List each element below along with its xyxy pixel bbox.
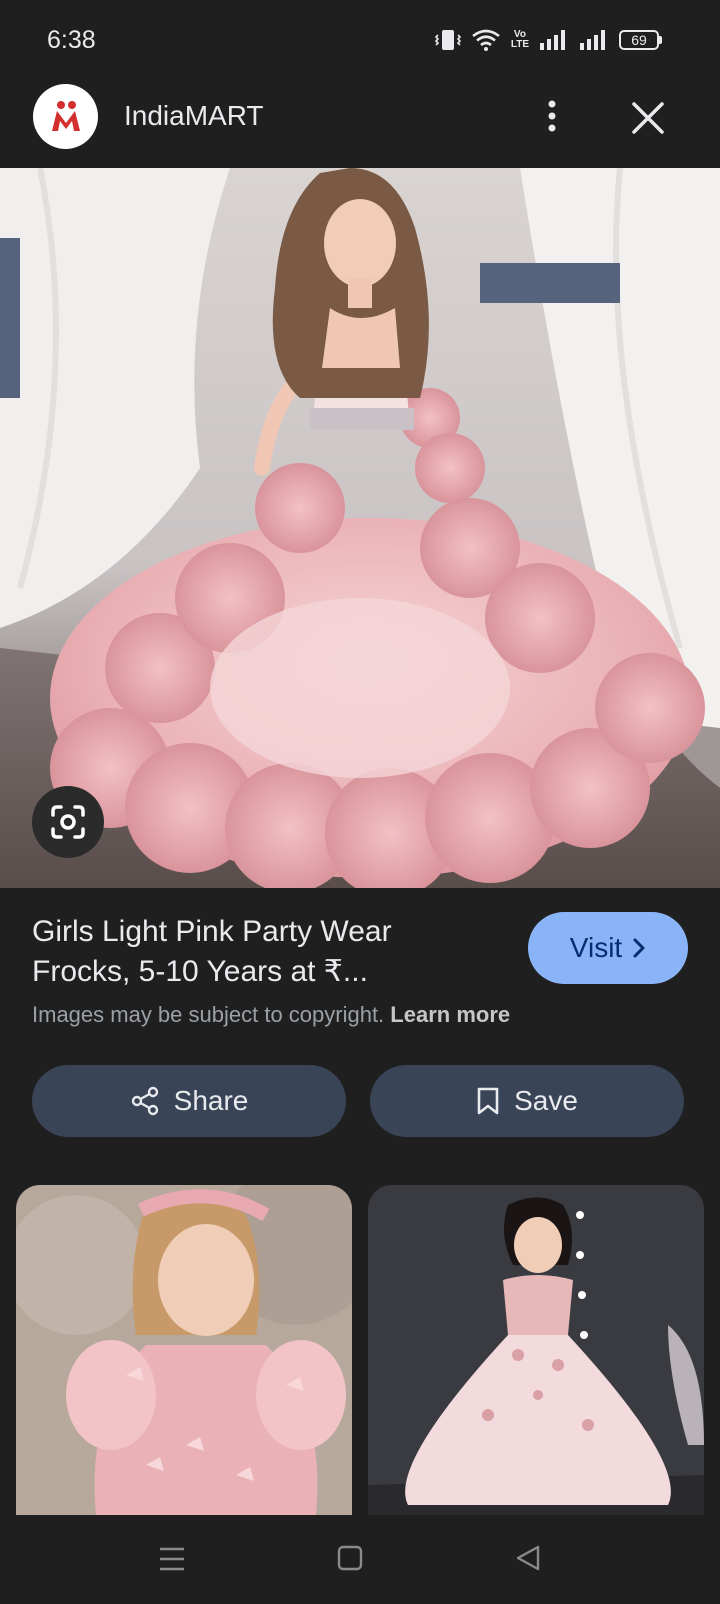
butterfly-frock-photo	[16, 1185, 352, 1515]
system-nav-bar	[0, 1516, 720, 1604]
signal-icon-1	[540, 30, 565, 50]
lens-icon	[51, 805, 85, 839]
bookmark-icon	[477, 1087, 499, 1115]
share-icon	[131, 1086, 158, 1116]
copyright-notice: Images may be subject to copyright. Lear…	[32, 1002, 510, 1028]
lens-button[interactable]	[32, 786, 104, 858]
wifi-icon	[472, 29, 500, 51]
site-name[interactable]: IndiaMART	[124, 100, 264, 132]
volte-icon: Vo LTE	[511, 30, 529, 50]
save-button[interactable]: Save	[370, 1065, 684, 1137]
home-icon[interactable]	[336, 1544, 364, 1572]
visit-button[interactable]: Visit	[528, 912, 688, 984]
save-label: Save	[514, 1085, 578, 1116]
more-vert-icon[interactable]	[540, 96, 564, 136]
related-image-2[interactable]	[368, 1185, 704, 1515]
learn-more-link[interactable]: Learn more	[390, 1002, 510, 1027]
share-label: Share	[173, 1085, 249, 1116]
battery-level: 69	[619, 30, 659, 50]
status-bar: 6:38 Vo LTE 69	[0, 0, 720, 80]
main-image[interactable]	[0, 168, 720, 888]
status-time: 6:38	[47, 25, 96, 54]
result-title: Girls Light Pink Party Wear Frocks, 5-10…	[32, 915, 392, 988]
share-button[interactable]: Share	[32, 1065, 346, 1137]
recents-icon[interactable]	[158, 1546, 186, 1572]
vibrate-icon	[434, 30, 461, 50]
battery-icon: 69	[619, 30, 662, 50]
back-icon[interactable]	[514, 1544, 542, 1572]
tulle-gown-photo	[368, 1185, 704, 1515]
app-header: IndiaMART	[0, 80, 720, 168]
pink-frock-photo	[0, 168, 720, 888]
chevron-right-icon	[633, 938, 645, 958]
related-image-1[interactable]	[16, 1185, 352, 1515]
copyright-text: Images may be subject to copyright.	[32, 1002, 385, 1027]
signal-icon-2	[580, 30, 605, 50]
close-icon[interactable]	[630, 100, 666, 136]
indiamart-logo-icon	[45, 96, 86, 137]
volte-label-bottom: LTE	[510, 39, 529, 50]
visit-label: Visit	[569, 932, 623, 963]
status-icons: Vo LTE 69	[434, 28, 662, 52]
indiamart-logo[interactable]	[33, 84, 98, 149]
